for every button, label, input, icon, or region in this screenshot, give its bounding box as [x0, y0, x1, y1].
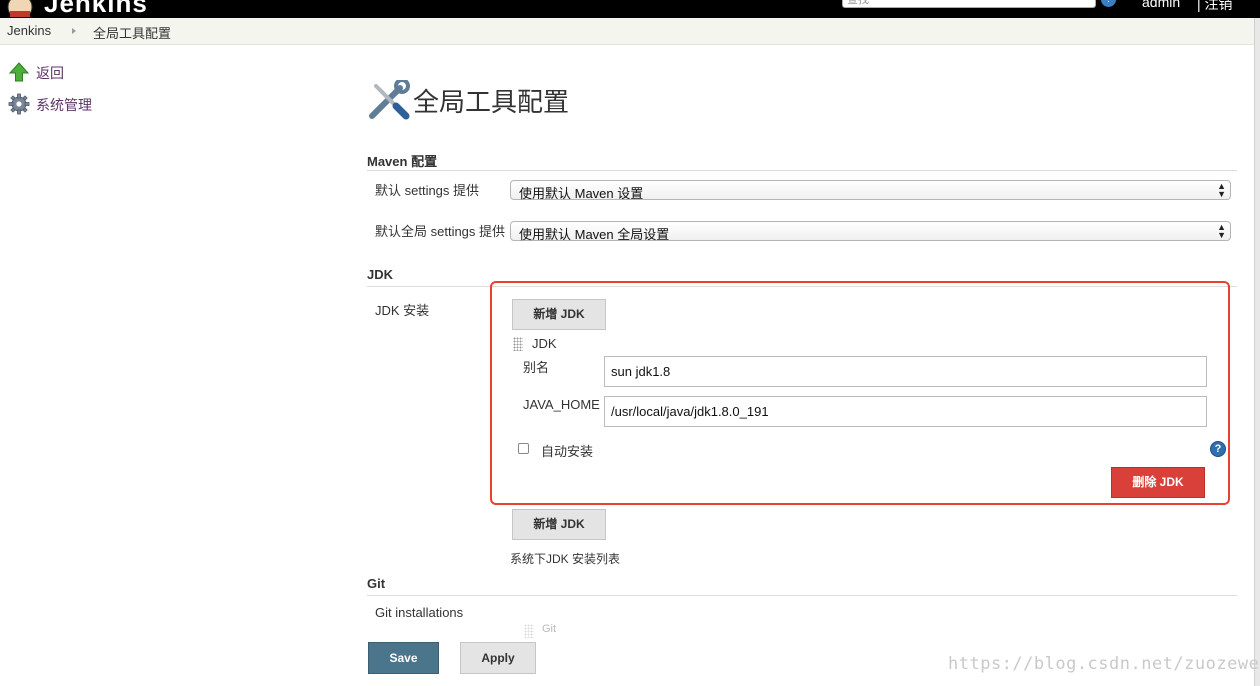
- maven-settings-select[interactable]: 使用默认 Maven 设置 ▲ ▼: [510, 180, 1231, 201]
- section-divider: [367, 170, 1237, 171]
- select-arrows-icon: ▲ ▼: [1217, 222, 1226, 240]
- git-entry-title: Git: [542, 623, 557, 635]
- git-installations-label: Git installations: [375, 605, 464, 620]
- maven-section-heading: Maven 配置: [367, 154, 438, 169]
- git-entry-faded: Git: [520, 620, 580, 638]
- breadcrumb-jenkins[interactable]: Jenkins: [7, 23, 51, 38]
- drag-handle-icon[interactable]: [513, 337, 523, 351]
- jdk-alias-label: 别名: [523, 360, 550, 375]
- gear-icon: [8, 93, 30, 115]
- section-divider: [367, 595, 1237, 596]
- add-jdk-button[interactable]: 新增 JDK: [512, 299, 606, 330]
- page-title: 全局工具配置: [413, 87, 570, 117]
- java-home-label: JAVA_HOME: [523, 397, 600, 412]
- git-section-heading: Git: [367, 576, 386, 591]
- jdk-section-heading: JDK: [367, 267, 394, 282]
- delete-jdk-button[interactable]: 删除 JDK: [1111, 467, 1205, 498]
- save-button[interactable]: Save: [368, 642, 439, 674]
- maven-settings-label: 默认 settings 提供: [375, 183, 480, 198]
- sidebar-item-label: 系统管理: [36, 97, 92, 113]
- maven-global-settings-label: 默认全局 settings 提供: [375, 224, 506, 239]
- select-value: 使用默认 Maven 全局设置: [519, 227, 670, 242]
- brand-title[interactable]: Jenkins: [44, 0, 148, 18]
- breadcrumb-separator-icon: [72, 28, 76, 34]
- auto-install-label: 自动安装: [541, 444, 594, 459]
- jdk-alias-input[interactable]: sun jdk1.8: [604, 356, 1207, 387]
- jenkins-logo-icon[interactable]: [6, 0, 34, 17]
- sidebar-item-label: 返回: [36, 65, 64, 81]
- scrollbar[interactable]: [1254, 18, 1260, 686]
- watermark: https://blog.csdn.net/zuozewei: [948, 654, 1260, 674]
- select-arrows-icon: ▲ ▼: [1217, 181, 1226, 199]
- search-input[interactable]: 查找: [842, 0, 1096, 8]
- java-home-input[interactable]: /usr/local/java/jdk1.8.0_191: [604, 396, 1207, 427]
- jdk-description: 系统下JDK 安装列表: [510, 552, 621, 566]
- up-arrow-icon: [8, 62, 30, 82]
- breadcrumb: Jenkins 全局工具配置: [0, 18, 1260, 45]
- user-link[interactable]: admin: [1142, 0, 1180, 10]
- top-header-bar: Jenkins 查找 ? admin | 注销: [0, 0, 1260, 18]
- apply-button[interactable]: Apply: [460, 642, 536, 674]
- breadcrumb-current[interactable]: 全局工具配置: [93, 23, 171, 42]
- auto-install-checkbox[interactable]: [518, 443, 529, 454]
- wrench-screwdriver-icon: [369, 80, 410, 120]
- help-icon[interactable]: ?: [1210, 441, 1226, 457]
- drag-handle-icon: [524, 624, 534, 638]
- search-help-icon[interactable]: ?: [1101, 0, 1116, 7]
- maven-global-settings-select[interactable]: 使用默认 Maven 全局设置 ▲ ▼: [510, 221, 1231, 242]
- add-jdk-button-2[interactable]: 新增 JDK: [512, 509, 606, 540]
- logout-link[interactable]: | 注销: [1197, 0, 1233, 14]
- jdk-install-label: JDK 安装: [375, 303, 430, 318]
- jdk-entry-title: JDK: [532, 336, 557, 351]
- select-value: 使用默认 Maven 设置: [519, 186, 644, 201]
